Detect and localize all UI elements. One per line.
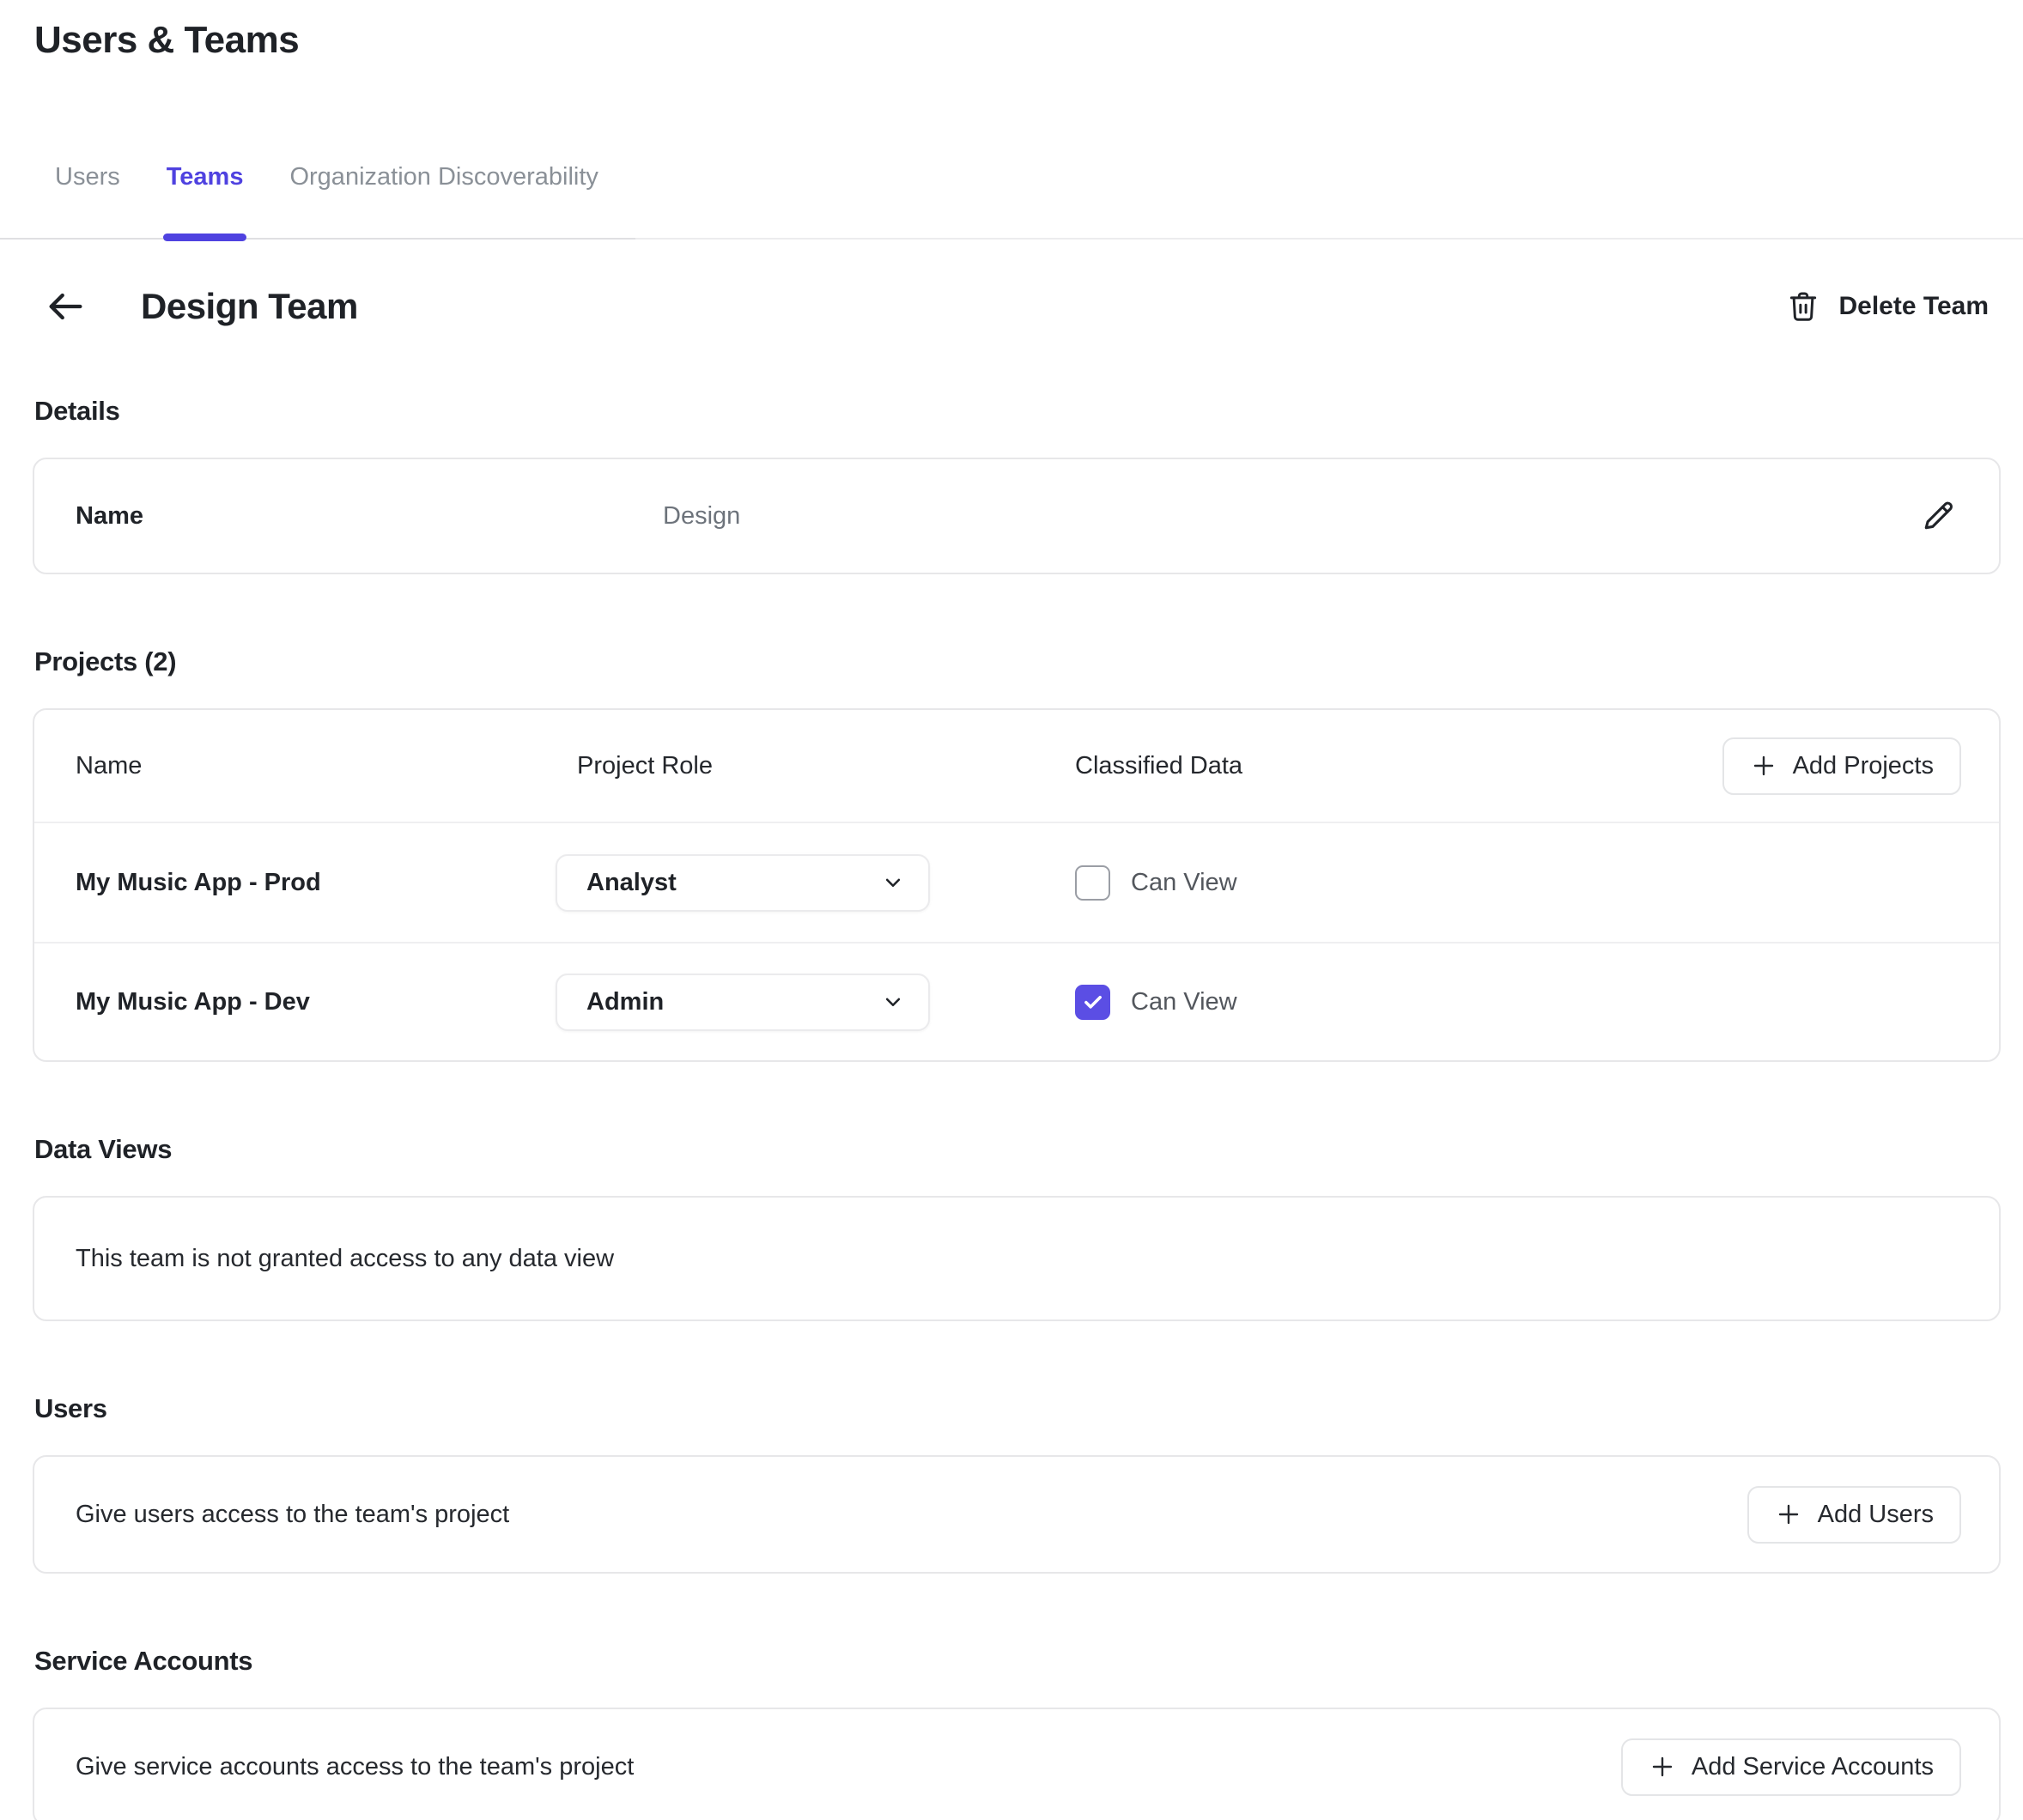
project-role-select[interactable]: Admin	[556, 974, 930, 1031]
name-label: Name	[76, 502, 663, 531]
service-accounts-heading: Service Accounts	[34, 1646, 2023, 1677]
project-role-value: Analyst	[586, 869, 677, 897]
delete-team-button[interactable]: Delete Team	[1785, 288, 1989, 325]
project-role-value: Admin	[586, 988, 664, 1016]
add-users-label: Add Users	[1818, 1501, 1934, 1529]
service-accounts-empty-text: Give service accounts access to the team…	[76, 1753, 634, 1781]
users-card: Give users access to the team's project …	[33, 1455, 2001, 1574]
add-projects-label: Add Projects	[1793, 752, 1934, 780]
details-card: Name Design	[33, 458, 2001, 574]
data-views-card: This team is not granted access to any d…	[33, 1196, 2001, 1321]
classified-data-cell: Can View	[1075, 985, 1961, 1020]
data-views-heading: Data Views	[34, 1134, 2023, 1165]
chevron-down-icon	[880, 870, 906, 895]
team-title: Design Team	[141, 286, 358, 327]
can-view-checkbox[interactable]	[1075, 865, 1110, 901]
team-header: Design Team Delete Team	[34, 281, 1989, 332]
data-views-empty-text: This team is not granted access to any d…	[76, 1245, 614, 1273]
column-name: Name	[76, 752, 577, 780]
add-projects-button[interactable]: Add Projects	[1722, 737, 1961, 795]
service-accounts-card: Give service accounts access to the team…	[33, 1708, 2001, 1820]
add-service-accounts-label: Add Service Accounts	[1692, 1753, 1934, 1781]
pencil-icon	[1919, 497, 1957, 535]
project-row: My Music App - Dev Admin	[34, 942, 1999, 1060]
arrow-left-icon	[43, 284, 88, 329]
projects-heading: Projects (2)	[34, 646, 2023, 677]
tab-bar: Users Teams Organization Discoverability	[0, 163, 2023, 240]
tab-organization-discoverability[interactable]: Organization Discoverability	[289, 163, 598, 240]
delete-team-label: Delete Team	[1838, 292, 1989, 321]
project-name: My Music App - Prod	[76, 869, 556, 897]
projects-table-header: Name Project Role Classified Data Add Pr…	[34, 710, 1999, 823]
back-button[interactable]	[39, 281, 91, 332]
can-view-checkbox[interactable]	[1075, 985, 1110, 1020]
check-icon	[1081, 990, 1105, 1014]
edit-name-button[interactable]	[1915, 493, 1961, 539]
column-project-role: Project Role	[577, 752, 1075, 780]
column-classified-data: Classified Data	[1075, 752, 1722, 780]
chevron-down-icon	[880, 989, 906, 1015]
page-title: Users & Teams	[34, 19, 2023, 62]
trash-icon	[1785, 288, 1821, 325]
plus-icon	[1750, 752, 1777, 780]
users-heading: Users	[34, 1393, 2023, 1424]
project-role-select[interactable]: Analyst	[556, 854, 930, 912]
users-teams-page: Users & Teams Users Teams Organization D…	[0, 0, 2023, 1820]
add-users-button[interactable]: Add Users	[1747, 1486, 1961, 1544]
plus-icon	[1775, 1501, 1802, 1528]
details-heading: Details	[34, 396, 2023, 427]
name-value: Design	[663, 502, 1915, 531]
check-icon	[1081, 871, 1105, 895]
project-name: My Music App - Dev	[76, 988, 556, 1016]
classified-data-cell: Can View	[1075, 865, 1961, 901]
project-row: My Music App - Prod Analyst	[34, 823, 1999, 942]
plus-icon	[1649, 1753, 1676, 1781]
projects-table: Name Project Role Classified Data Add Pr…	[33, 708, 2001, 1062]
can-view-label: Can View	[1131, 988, 1237, 1016]
tab-teams[interactable]: Teams	[167, 163, 244, 240]
add-service-accounts-button[interactable]: Add Service Accounts	[1621, 1738, 1961, 1796]
users-empty-text: Give users access to the team's project	[76, 1501, 509, 1529]
tab-users[interactable]: Users	[55, 163, 120, 240]
can-view-label: Can View	[1131, 869, 1237, 897]
